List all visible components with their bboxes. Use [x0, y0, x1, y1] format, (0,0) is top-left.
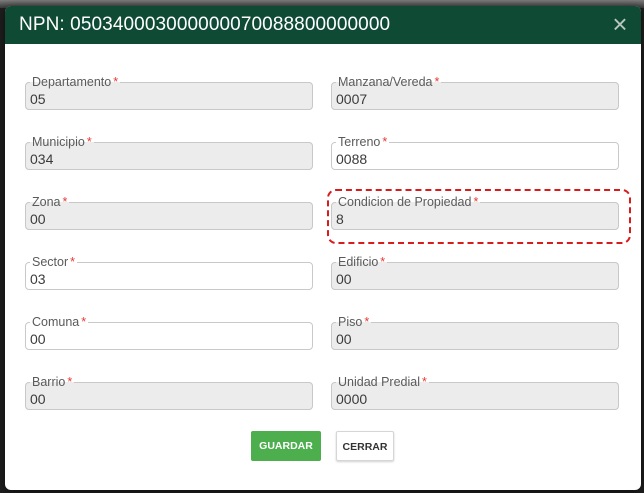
piso-field[interactable]: Piso * 00	[331, 316, 619, 350]
save-button[interactable]: GUARDAR	[251, 431, 321, 461]
terreno-label-text: Terreno	[338, 135, 381, 149]
piso-label-text: Piso	[338, 315, 363, 329]
edificio-label: Edificio *	[336, 255, 387, 269]
comuna-label: Comuna *	[30, 315, 88, 329]
zona-value: 00	[30, 211, 46, 227]
departamento-fieldset: Departamento *	[25, 76, 313, 110]
unidad-predial-label-text: Unidad Predial	[338, 375, 420, 389]
departamento-value: 05	[30, 91, 46, 107]
manzana-vereda-value: 0007	[336, 91, 368, 107]
edificio-field[interactable]: Edificio * 00	[331, 256, 619, 290]
unidad-predial-value: 0000	[336, 391, 368, 407]
required-mark: *	[67, 375, 73, 389]
close-button[interactable]: CERRAR	[336, 431, 394, 461]
required-mark: *	[86, 135, 92, 149]
departamento-field[interactable]: Departamento * 05	[25, 76, 313, 110]
piso-value: 00	[336, 331, 352, 347]
municipio-value: 034	[30, 151, 54, 167]
edificio-label-text: Edificio	[338, 255, 379, 269]
barrio-field[interactable]: Barrio * 00	[25, 376, 313, 410]
required-mark: *	[113, 75, 119, 89]
required-mark: *	[81, 315, 87, 329]
sector-fieldset: Sector *	[25, 256, 313, 290]
edificio-fieldset: Edificio *	[331, 256, 619, 290]
zona-label: Zona *	[30, 195, 69, 209]
required-mark: *	[62, 195, 68, 209]
barrio-label-text: Barrio	[32, 375, 66, 389]
sector-field[interactable]: Sector * 03	[25, 256, 313, 290]
terreno-fieldset: Terreno *	[331, 136, 619, 170]
manzana-vereda-label: Manzana/Vereda *	[336, 75, 441, 89]
terreno-field[interactable]: Terreno * 0088	[331, 136, 619, 170]
barrio-value: 00	[30, 391, 46, 407]
departamento-label-text: Departamento	[32, 75, 112, 89]
municipio-label-text: Municipio	[32, 135, 85, 149]
piso-fieldset: Piso *	[331, 316, 619, 350]
required-mark: *	[380, 255, 386, 269]
manzana-vereda-label-text: Manzana/Vereda	[338, 75, 433, 89]
comuna-field[interactable]: Comuna * 00	[25, 316, 313, 350]
sector-label: Sector *	[30, 255, 77, 269]
departamento-label: Departamento *	[30, 75, 120, 89]
terreno-value: 0088	[336, 151, 368, 167]
npn-dialog: NPN: 050340003000000070088800000000 × De…	[5, 6, 641, 490]
comuna-value: 00	[30, 331, 46, 347]
municipio-fieldset: Municipio *	[25, 136, 313, 170]
sector-label-text: Sector	[32, 255, 69, 269]
barrio-label: Barrio *	[30, 375, 74, 389]
highlight-outline	[327, 189, 631, 244]
municipio-field[interactable]: Municipio * 034	[25, 136, 313, 170]
barrio-fieldset: Barrio *	[25, 376, 313, 410]
zona-fieldset: Zona *	[25, 196, 313, 230]
zona-label-text: Zona	[32, 195, 61, 209]
unidad-predial-fieldset: Unidad Predial *	[331, 376, 619, 410]
municipio-label: Municipio *	[30, 135, 94, 149]
piso-label: Piso *	[336, 315, 371, 329]
dialog-title: NPN: 050340003000000070088800000000	[19, 14, 391, 35]
unidad-predial-field[interactable]: Unidad Predial * 0000	[331, 376, 619, 410]
required-mark: *	[422, 375, 427, 389]
required-mark: *	[70, 255, 76, 269]
required-mark: *	[434, 75, 440, 89]
close-icon[interactable]: ×	[605, 8, 635, 40]
zona-field[interactable]: Zona * 00	[25, 196, 313, 230]
sector-value: 03	[30, 271, 46, 287]
terreno-label: Terreno *	[336, 135, 389, 149]
required-mark: *	[382, 135, 388, 149]
manzana-vereda-field[interactable]: Manzana/Vereda * 0007	[331, 76, 619, 110]
required-mark: *	[364, 315, 370, 329]
comuna-fieldset: Comuna *	[25, 316, 313, 350]
manzana-vereda-fieldset: Manzana/Vereda *	[331, 76, 619, 110]
dialog-header: NPN: 050340003000000070088800000000 ×	[5, 6, 641, 44]
edificio-value: 00	[336, 271, 352, 287]
comuna-label-text: Comuna	[32, 315, 80, 329]
unidad-predial-label: Unidad Predial *	[336, 375, 429, 389]
